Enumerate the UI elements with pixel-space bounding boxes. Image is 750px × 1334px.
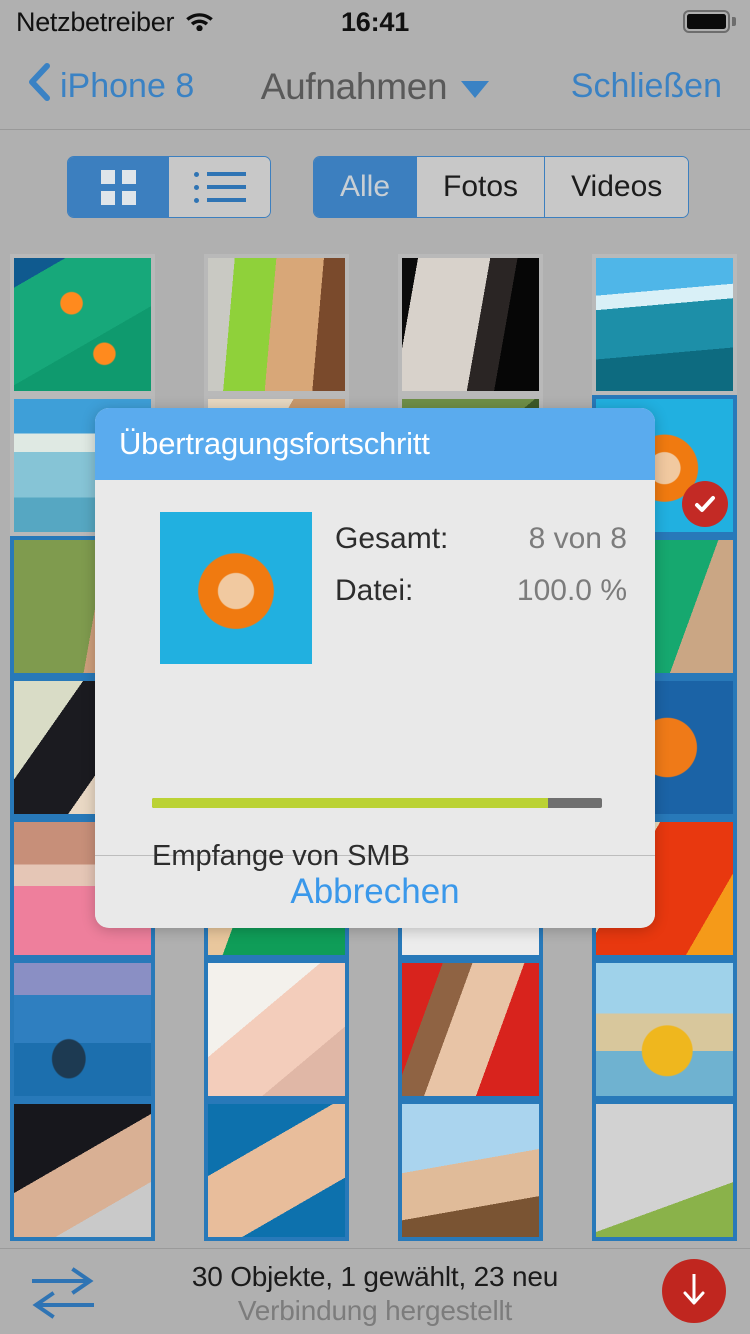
photo-cell[interactable]	[592, 1100, 737, 1241]
grid-view-icon	[100, 169, 136, 205]
photo-border	[592, 254, 737, 395]
photo-cell[interactable]	[204, 1100, 349, 1241]
stat-label-total: Gesamt:	[335, 522, 449, 555]
progress-bar	[152, 798, 602, 808]
status-summary: 30 Objekte, 1 gewählt, 23 neu Verbindung…	[0, 1261, 750, 1327]
photo-border	[204, 1100, 349, 1241]
caret-down-icon	[461, 80, 490, 98]
clock-label: 16:41	[340, 6, 410, 37]
view-mode-segmented-control	[67, 156, 271, 218]
filter-tab-videos[interactable]: Videos	[545, 157, 689, 217]
filter-tab-alle[interactable]: Alle	[314, 157, 418, 217]
photo-cell[interactable]	[398, 254, 543, 395]
list-view-icon	[193, 171, 246, 203]
photo-border	[592, 1100, 737, 1241]
connection-status-label: Verbindung hergestellt	[237, 1295, 513, 1326]
transfer-status-text: Empfange von SMB	[152, 840, 410, 872]
photo-cell[interactable]	[10, 1100, 155, 1241]
arrow-down-icon	[679, 1270, 709, 1313]
transfer-stats: Gesamt: 8 von 8 Datei: 100.0 %	[335, 522, 627, 626]
dialog-body: Gesamt: 8 von 8 Datei: 100.0 % Empfange …	[95, 480, 655, 872]
bottom-toolbar: 30 Objekte, 1 gewählt, 23 neu Verbindung…	[0, 1248, 750, 1334]
download-button[interactable]	[662, 1259, 726, 1323]
cancel-button[interactable]: Abbrechen	[290, 872, 459, 912]
photo-cell[interactable]	[10, 254, 155, 395]
view-mode-grid-button[interactable]	[68, 157, 169, 217]
photo-border	[10, 959, 155, 1100]
photo-border	[204, 254, 349, 395]
media-filter-segmented-control: Alle Fotos Videos	[313, 156, 690, 218]
photo-cell[interactable]	[204, 959, 349, 1100]
photo-border	[592, 959, 737, 1100]
object-count-label: 30 Objekte, 1 gewählt, 23 neu	[191, 1261, 559, 1292]
dialog-header: Übertragungsfortschritt	[95, 408, 655, 480]
status-bar: Netzbetreiber 16:41	[0, 0, 750, 44]
selected-check-icon	[682, 481, 728, 527]
photo-cell[interactable]	[10, 959, 155, 1100]
photo-cell[interactable]	[592, 254, 737, 395]
photo-border	[398, 1100, 543, 1241]
photo-cell[interactable]	[592, 959, 737, 1100]
transfer-progress-dialog: Übertragungsfortschritt Gesamt: 8 von 8 …	[95, 408, 655, 928]
app-root: Netzbetreiber 16:41 iPhone 8 Aufnahmen S…	[0, 0, 750, 1334]
filter-toolbar: Alle Fotos Videos	[0, 131, 750, 244]
photo-border	[10, 254, 155, 395]
photo-border	[204, 959, 349, 1100]
navigation-bar: iPhone 8 Aufnahmen Schließen	[0, 44, 750, 130]
close-button[interactable]: Schließen	[571, 67, 722, 106]
stat-row-total: Gesamt: 8 von 8	[335, 522, 627, 574]
dialog-title: Übertragungsfortschritt	[119, 426, 430, 461]
stat-row-file: Datei: 100.0 %	[335, 574, 627, 626]
photo-cell[interactable]	[398, 959, 543, 1100]
photo-border	[10, 1100, 155, 1241]
transfer-thumbnail	[160, 512, 312, 664]
photo-cell[interactable]	[204, 254, 349, 395]
battery-icon	[683, 10, 736, 33]
progress-bar-fill	[152, 798, 548, 808]
page-title: Aufnahmen	[260, 65, 448, 107]
photo-border	[398, 959, 543, 1100]
view-mode-list-button[interactable]	[169, 157, 270, 217]
stat-label-file: Datei:	[335, 574, 414, 607]
filter-tab-fotos[interactable]: Fotos	[417, 157, 546, 217]
stat-value-file: 100.0 %	[516, 574, 627, 607]
photo-border	[398, 254, 543, 395]
photo-cell[interactable]	[398, 1100, 543, 1241]
stat-value-total: 8 von 8	[528, 522, 627, 555]
